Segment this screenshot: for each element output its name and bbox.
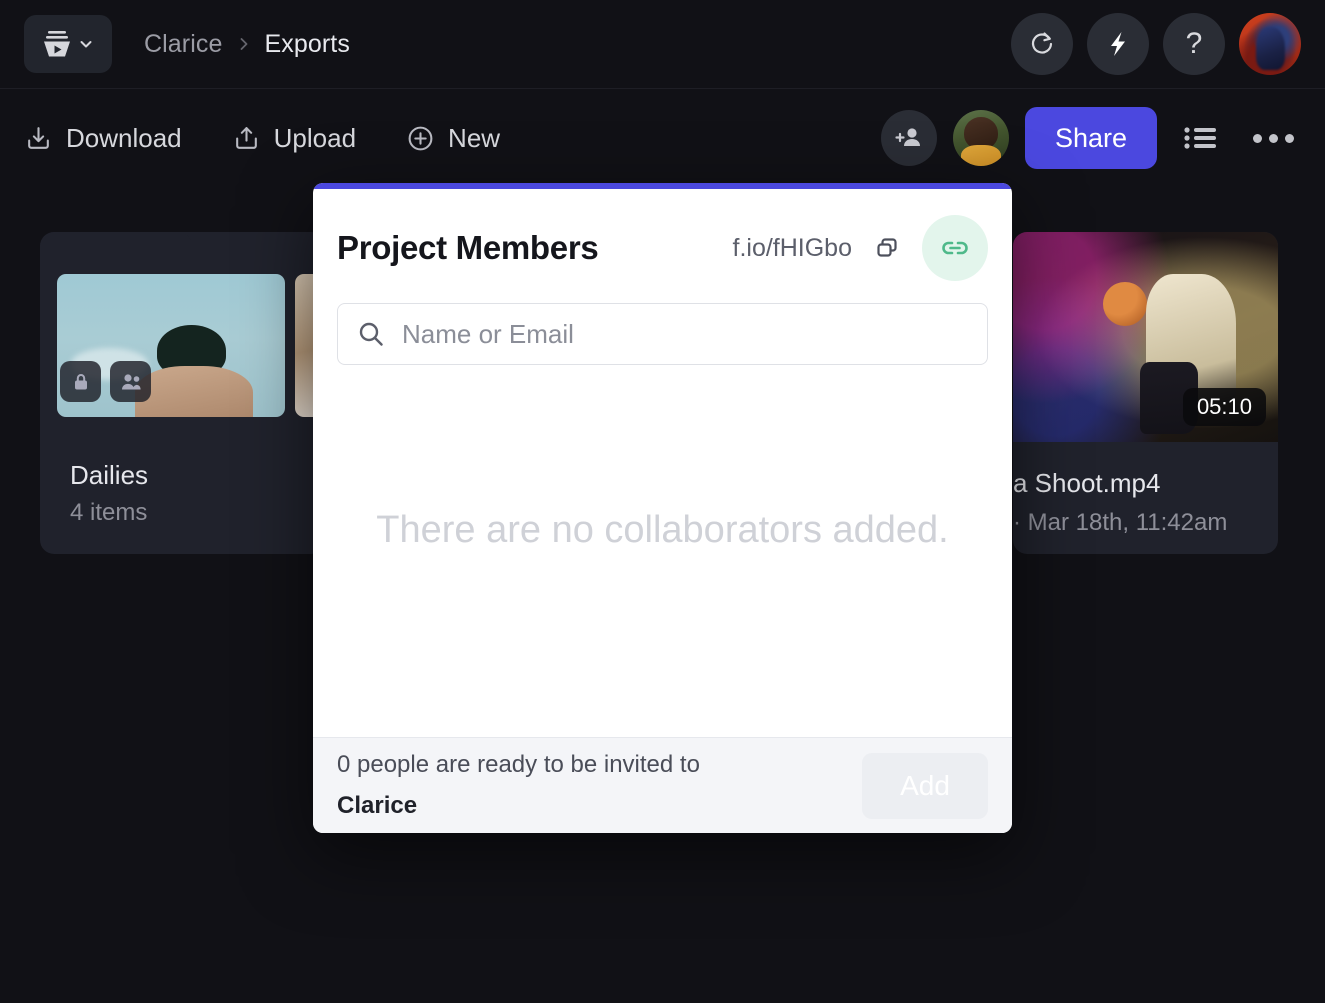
upload-button[interactable]: Upload [232, 123, 356, 154]
modal-body: There are no collaborators added. [313, 365, 1012, 737]
download-button[interactable]: Download [24, 123, 182, 154]
toolbar-right-actions: Share [881, 107, 1301, 169]
member-search-input[interactable] [402, 319, 969, 350]
top-bar-actions: ? [1011, 13, 1301, 75]
upload-label: Upload [274, 123, 356, 154]
folder-item-count: 4 items [70, 499, 147, 527]
chevron-down-icon [78, 36, 94, 52]
list-view-button[interactable] [1173, 110, 1229, 166]
invite-summary: 0 people are ready to be invited to Clar… [337, 745, 700, 827]
chevron-right-icon [237, 36, 251, 52]
breadcrumb: Clarice Exports [144, 30, 350, 59]
lightning-bolt-icon [1103, 29, 1133, 59]
people-icon [119, 371, 143, 393]
download-label: Download [66, 123, 182, 154]
empty-state-message: There are no collaborators added. [376, 503, 948, 558]
video-duration: 05:10 [1183, 388, 1266, 426]
list-view-icon [1183, 123, 1219, 153]
modal-header: Project Members f.io/fHIGbo [313, 189, 1012, 287]
share-button[interactable]: Share [1025, 107, 1157, 169]
modal-header-actions: f.io/fHIGbo [733, 215, 989, 281]
upload-icon [232, 124, 261, 153]
folder-title: Dailies [70, 460, 148, 491]
action-toolbar: Download Upload New Share [0, 89, 1325, 187]
lightning-button[interactable] [1087, 13, 1149, 75]
video-title: a Shoot.mp4 [1013, 468, 1160, 499]
copy-link-button[interactable] [870, 231, 904, 265]
members-badge [110, 361, 151, 402]
video-thumbnail: 05:10 [1013, 232, 1278, 442]
modal-title: Project Members [337, 229, 598, 267]
share-link-button[interactable] [922, 215, 988, 281]
plus-circle-icon [406, 124, 435, 153]
project-members-modal: Project Members f.io/fHIGbo [313, 183, 1012, 833]
invite-summary-text: 0 people are ready to be invited to [337, 751, 700, 778]
share-url: f.io/fHIGbo [733, 234, 853, 263]
folder-tab [40, 232, 192, 254]
new-label: New [448, 123, 500, 154]
link-icon [939, 232, 971, 264]
refresh-button[interactable] [1011, 13, 1073, 75]
search-icon [356, 319, 386, 349]
lock-icon [70, 371, 92, 393]
modal-footer: 0 people are ready to be invited to Clar… [313, 737, 1012, 833]
video-card[interactable]: 05:10 a Shoot.mp4 · Mar 18th, 11:42am [1013, 232, 1278, 554]
workspace-switcher-button[interactable] [24, 15, 112, 73]
member-search-box[interactable] [337, 303, 988, 365]
user-avatar[interactable] [1239, 13, 1301, 75]
refresh-icon [1027, 29, 1057, 59]
add-person-button[interactable] [881, 110, 937, 166]
folder-badges [60, 361, 151, 402]
add-members-button[interactable]: Add [862, 753, 988, 819]
frameio-logo-icon [42, 28, 72, 60]
collaborator-avatar[interactable] [953, 110, 1009, 166]
folder-card-dailies[interactable]: Dailies 4 items [40, 232, 325, 554]
top-bar: Clarice Exports ? [0, 0, 1325, 89]
more-options-button[interactable] [1245, 110, 1301, 166]
breadcrumb-root[interactable]: Clarice [144, 30, 223, 59]
member-search-wrap [313, 287, 1012, 365]
video-meta: · Mar 18th, 11:42am [1013, 509, 1227, 537]
help-button[interactable]: ? [1163, 13, 1225, 75]
more-options-icon [1253, 134, 1294, 143]
breadcrumb-current: Exports [265, 30, 350, 59]
invite-project-name: Clarice [337, 792, 417, 819]
new-button[interactable]: New [406, 123, 500, 154]
download-icon [24, 124, 53, 153]
add-person-icon [894, 123, 924, 153]
copy-icon [872, 233, 902, 263]
lock-badge [60, 361, 101, 402]
question-mark-icon: ? [1186, 29, 1203, 59]
